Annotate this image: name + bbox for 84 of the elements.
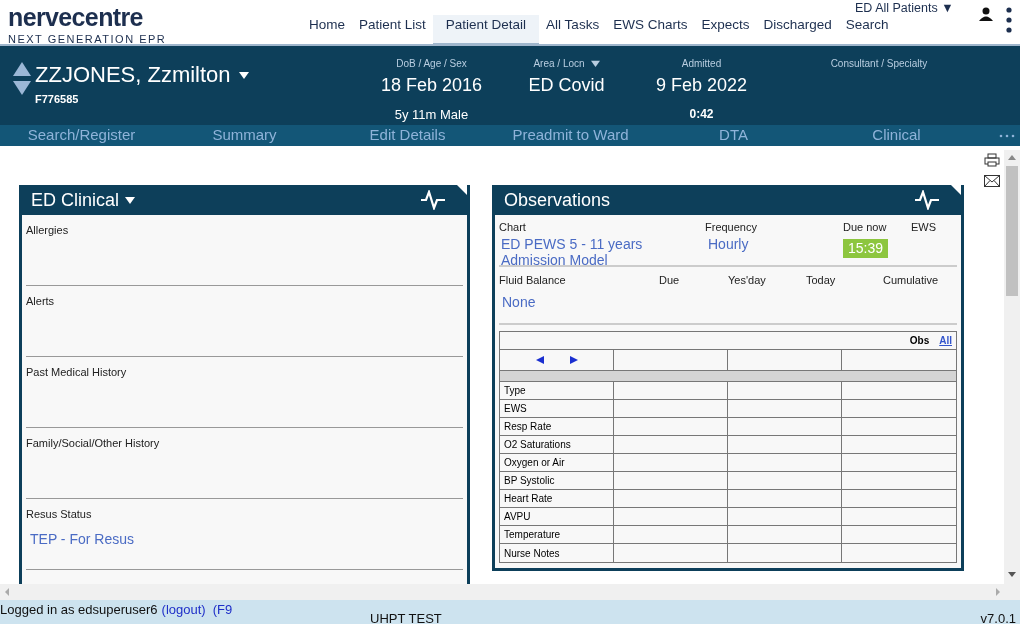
chart-value: ED PEWS 5 - 11 years Admission Model xyxy=(501,235,644,268)
logout-link[interactable]: (logout) xyxy=(161,600,206,620)
section-label: Alerts xyxy=(26,294,56,309)
row-label: Temperature xyxy=(500,526,614,543)
field-label: Consultant / Specialty xyxy=(830,57,928,71)
corner-icon[interactable] xyxy=(951,185,961,195)
more-icon[interactable] xyxy=(1006,7,1012,33)
fluid-column-header: Cumulative xyxy=(883,273,939,288)
action-link[interactable]: Clinical xyxy=(815,124,978,147)
horizontal-scrollbar[interactable] xyxy=(0,584,1020,600)
row-label: Heart Rate xyxy=(500,490,614,507)
ews-label: EWS xyxy=(911,220,937,235)
fluid-column-header: Today xyxy=(806,273,837,288)
action-link[interactable]: Search/Register xyxy=(0,124,163,147)
more-actions-icon[interactable] xyxy=(999,134,1015,138)
due-time-badge: 15:39 xyxy=(843,238,889,258)
row-label: Type xyxy=(500,382,614,399)
section-label: Family/Social/Other History xyxy=(26,436,161,451)
fluid-balance-label: Fluid Balance xyxy=(499,273,567,288)
nav-tab[interactable]: Patient Detail xyxy=(432,15,540,46)
lock-link[interactable]: (F9 xyxy=(212,600,233,620)
up-arrow-icon[interactable] xyxy=(13,62,31,76)
field-label: Admitted xyxy=(681,57,722,71)
section-value: TEP - For Resus xyxy=(30,529,135,549)
patient-list-selector[interactable]: ED All Patients ▼ xyxy=(855,1,954,15)
row-label: AVPU xyxy=(500,508,614,525)
action-link[interactable]: Preadmit to Ward xyxy=(489,124,652,147)
nav-tab[interactable]: Search xyxy=(838,15,896,46)
pulse-icon[interactable] xyxy=(914,190,940,210)
caret-icon[interactable] xyxy=(238,69,249,80)
due-now-label: Due now xyxy=(843,220,888,235)
action-link[interactable]: DTA xyxy=(652,124,815,147)
nav-tab[interactable]: All Tasks xyxy=(539,15,607,46)
down-arrow-icon[interactable] xyxy=(13,81,31,95)
field-value: ED Covid xyxy=(528,74,605,97)
logo: nervecentre xyxy=(8,5,144,29)
fluid-column-header: Yes'day xyxy=(728,273,767,288)
all-link[interactable]: All xyxy=(939,333,952,348)
section-label: Resus Status xyxy=(26,507,93,522)
caret-icon[interactable] xyxy=(125,195,136,205)
section-label: Allergies xyxy=(26,223,70,238)
field-label: DoB / Age / Sex xyxy=(396,57,467,71)
panel-title: Observations xyxy=(504,188,611,212)
row-label: O2 Saturations xyxy=(500,436,614,453)
version-label: v7.0.1 xyxy=(980,610,1016,624)
nav-tab[interactable]: EWS Charts xyxy=(606,15,695,46)
frequency-label: Frequency xyxy=(705,220,758,235)
action-link[interactable]: Summary xyxy=(163,124,326,147)
chart-label: Chart xyxy=(499,220,527,235)
patient-name: ZZJONES, Zzmilton xyxy=(35,61,231,89)
field-value: 18 Feb 2016 xyxy=(380,74,483,97)
nav-tab[interactable]: Patient List xyxy=(352,15,433,46)
print-icon[interactable] xyxy=(984,153,1000,167)
field-label: Area / Locn xyxy=(533,57,585,71)
caret-icon[interactable] xyxy=(590,59,600,68)
nav-tab[interactable]: Discharged xyxy=(756,15,839,46)
field-subvalue: 5y 11m Male xyxy=(394,106,469,124)
row-label: Resp Rate xyxy=(500,418,614,435)
login-text: Logged in as edsuperuser6 xyxy=(0,601,158,619)
environment-label: UHPT TEST xyxy=(370,610,442,624)
patient-id: F776585 xyxy=(35,92,80,107)
nav-tab[interactable]: Home xyxy=(302,15,352,46)
frequency-value: Hourly xyxy=(708,235,750,252)
obs-label: Obs xyxy=(909,334,930,348)
field-value: 9 Feb 2022 xyxy=(655,74,748,97)
panel-title: ED Clinical xyxy=(31,188,120,212)
row-label: EWS xyxy=(500,400,614,417)
pulse-icon[interactable] xyxy=(420,190,446,210)
next-arrow-icon[interactable] xyxy=(569,356,578,364)
row-label: BP Systolic xyxy=(500,472,614,489)
action-link[interactable]: Edit Details xyxy=(326,124,489,147)
fluid-column-header: Due xyxy=(659,273,681,288)
field-subvalue: 0:42 xyxy=(689,106,714,123)
logo-tagline: NEXT GENERATION EPR xyxy=(8,32,168,47)
corner-icon[interactable] xyxy=(457,185,467,195)
mail-icon[interactable] xyxy=(984,175,1000,187)
nav-tab[interactable]: Expects xyxy=(694,15,757,46)
section-label: Past Medical History xyxy=(26,365,128,380)
previous-arrow-icon[interactable] xyxy=(535,356,544,364)
row-label: Oxygen or Air xyxy=(500,454,614,471)
fluid-balance-value: None xyxy=(502,292,537,312)
user-icon[interactable] xyxy=(979,7,993,21)
vertical-scrollbar[interactable] xyxy=(1004,150,1020,584)
row-label: Nurse Notes xyxy=(500,544,614,562)
